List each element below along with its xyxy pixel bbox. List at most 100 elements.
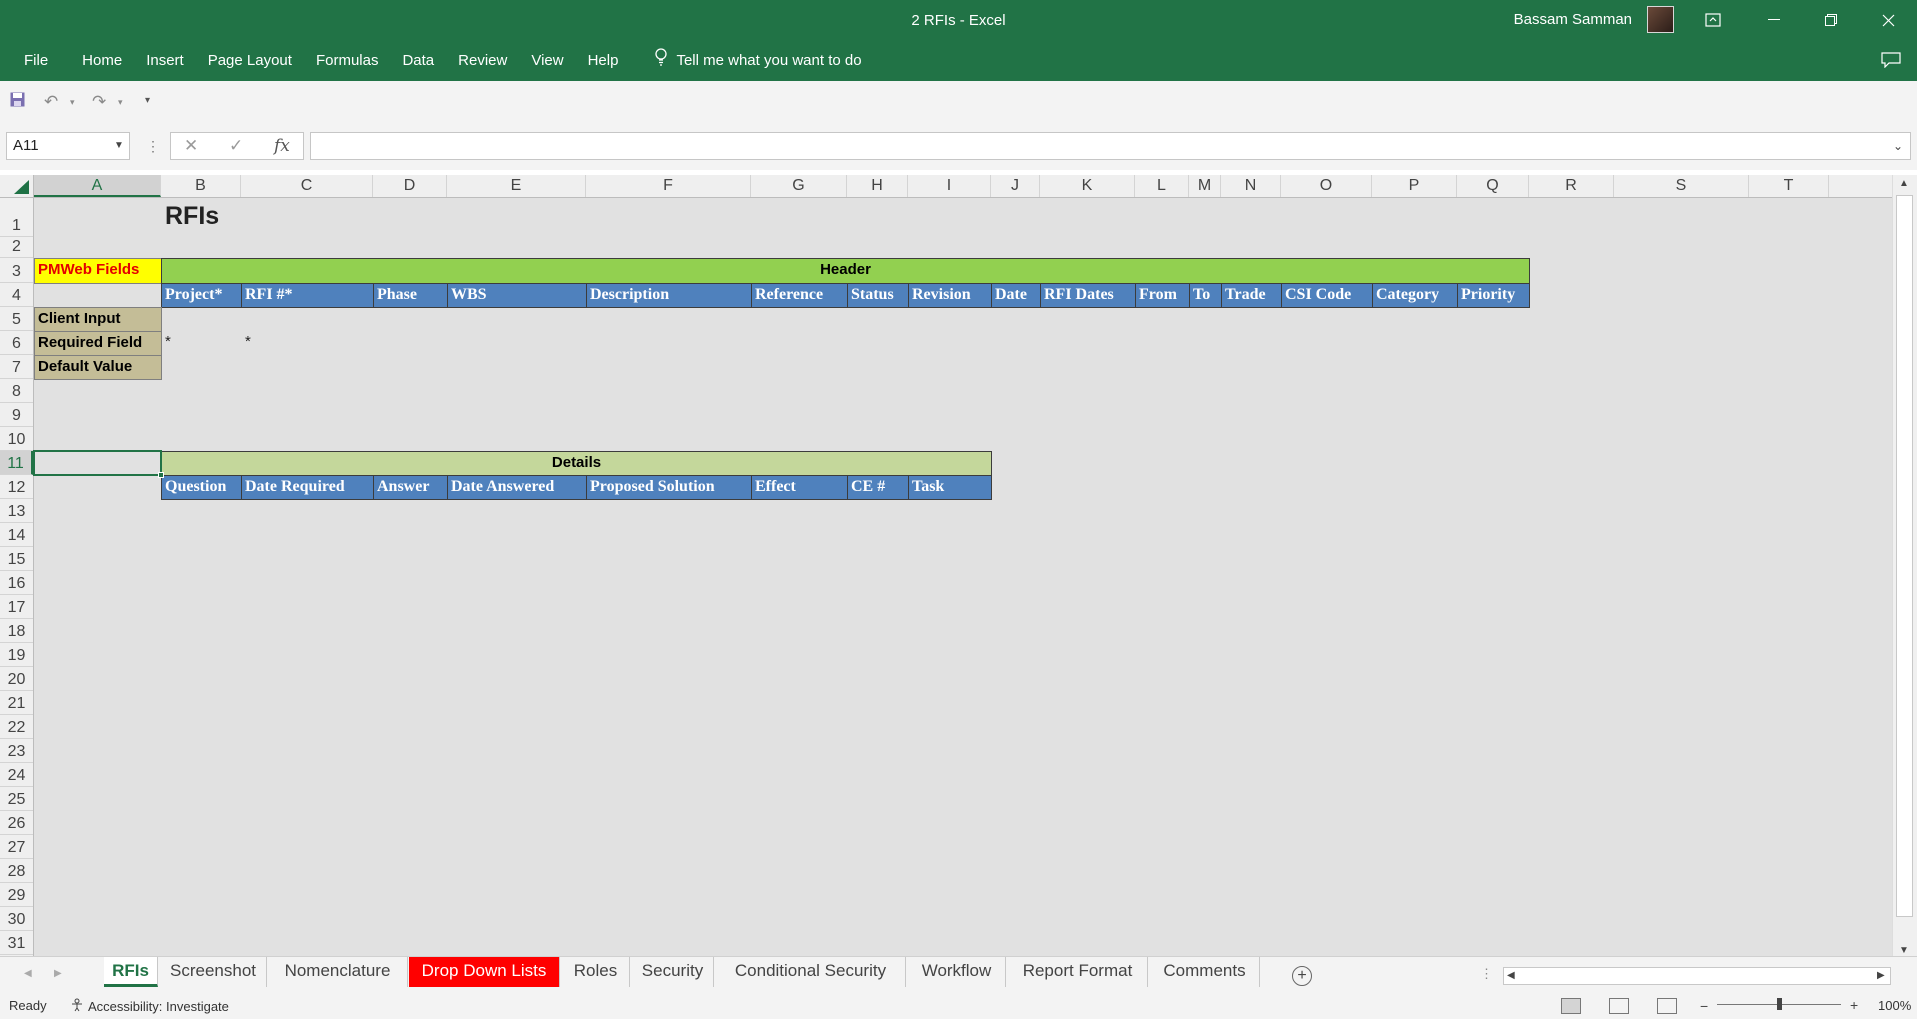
user-name[interactable]: Bassam Samman [1514, 11, 1632, 28]
comments-icon[interactable] [1881, 52, 1901, 69]
column-header-o[interactable]: O [1281, 175, 1372, 197]
ribbon-display-options-icon[interactable] [1690, 0, 1736, 40]
row-header-29[interactable]: 29 [0, 883, 33, 907]
header-column-cell[interactable]: Trade [1221, 283, 1282, 308]
scroll-up-icon[interactable]: ▲ [1899, 178, 1909, 189]
zoom-in-icon[interactable]: + [1850, 997, 1858, 1013]
sheet-tab-rfis[interactable]: RFIs [104, 957, 158, 987]
fill-handle[interactable] [158, 472, 164, 478]
pmweb-fields-label[interactable]: PMWeb Fields [34, 258, 162, 284]
tab-data[interactable]: Data [390, 48, 446, 74]
cancel-icon[interactable]: ✕ [184, 136, 198, 156]
details-column-cell[interactable]: CE # [847, 475, 909, 500]
restore-icon[interactable] [1808, 0, 1854, 40]
undo-dropdown-icon[interactable]: ▾ [70, 97, 75, 108]
column-header-d[interactable]: D [373, 175, 447, 197]
row-header-9[interactable]: 9 [0, 403, 33, 427]
zoom-slider-knob[interactable] [1777, 998, 1782, 1010]
save-icon[interactable] [10, 92, 25, 112]
header-column-cell[interactable]: Date [991, 283, 1041, 308]
redo-icon[interactable]: ↷ [92, 92, 106, 112]
column-header-l[interactable]: L [1135, 175, 1189, 197]
column-header-a[interactable]: A [34, 175, 161, 197]
column-header-f[interactable]: F [586, 175, 751, 197]
header-band[interactable]: Header [161, 258, 1530, 284]
row-header-17[interactable]: 17 [0, 595, 33, 619]
row-header-19[interactable]: 19 [0, 643, 33, 667]
row-header-1[interactable]: 1 [0, 198, 33, 237]
zoom-out-icon[interactable]: − [1700, 998, 1708, 1014]
column-header-b[interactable]: B [161, 175, 241, 197]
header-column-cell[interactable]: Revision [908, 283, 992, 308]
row-label-cell[interactable]: Client Input [34, 307, 162, 332]
scroll-tabs-right-icon[interactable]: ▶ [54, 968, 62, 979]
column-header-t[interactable]: T [1749, 175, 1829, 197]
column-header-h[interactable]: H [847, 175, 908, 197]
select-all-button[interactable] [0, 175, 34, 197]
scroll-tabs-left-icon[interactable]: ◀ [24, 968, 32, 979]
sheet-tab-drop-down-lists[interactable]: Drop Down Lists [409, 957, 560, 987]
required-mark-cell[interactable]: * [165, 333, 240, 356]
row-header-31[interactable]: 31 [0, 931, 33, 955]
sheet-tab-roles[interactable]: Roles [562, 957, 630, 987]
row-header-28[interactable]: 28 [0, 859, 33, 883]
row-header-13[interactable]: 13 [0, 499, 33, 523]
name-box[interactable]: A11 [6, 132, 130, 160]
column-header-n[interactable]: N [1221, 175, 1281, 197]
row-header-12[interactable]: 12 [0, 475, 33, 499]
header-column-cell[interactable]: Phase [373, 283, 448, 308]
row-header-18[interactable]: 18 [0, 619, 33, 643]
row-header-6[interactable]: 6 [0, 331, 33, 355]
tab-help[interactable]: Help [576, 48, 631, 74]
sheet-tab-comments[interactable]: Comments [1150, 957, 1260, 987]
row-label-cell[interactable]: Required Field [34, 331, 162, 356]
header-column-cell[interactable]: RFI Dates [1040, 283, 1136, 308]
details-column-cell[interactable]: Date Answered [447, 475, 587, 500]
zoom-level[interactable]: 100% [1878, 998, 1911, 1013]
scroll-right-icon[interactable]: ▶ [1877, 970, 1885, 981]
formula-input[interactable] [310, 132, 1911, 160]
header-column-cell[interactable]: Reference [751, 283, 848, 308]
row-header-25[interactable]: 25 [0, 787, 33, 811]
row-header-23[interactable]: 23 [0, 739, 33, 763]
undo-icon[interactable]: ↶ [44, 92, 58, 112]
tab-home[interactable]: Home [70, 48, 134, 74]
formula-bar-options-icon[interactable]: ⋮ [146, 138, 160, 155]
column-header-g[interactable]: G [751, 175, 847, 197]
row-header-22[interactable]: 22 [0, 715, 33, 739]
row-header-3[interactable]: 3 [0, 258, 33, 283]
details-column-cell[interactable]: Effect [751, 475, 848, 500]
column-header-e[interactable]: E [447, 175, 586, 197]
header-column-cell[interactable]: Category [1372, 283, 1458, 308]
enter-icon[interactable]: ✓ [229, 136, 243, 156]
page-break-preview-icon[interactable] [1657, 998, 1677, 1014]
tab-page-layout[interactable]: Page Layout [196, 48, 304, 74]
header-column-cell[interactable]: Status [847, 283, 909, 308]
close-icon[interactable] [1865, 0, 1911, 40]
row-header-30[interactable]: 30 [0, 907, 33, 931]
column-header-q[interactable]: Q [1457, 175, 1529, 197]
tab-file[interactable]: File [0, 48, 70, 74]
header-column-cell[interactable]: WBS [447, 283, 587, 308]
row-header-27[interactable]: 27 [0, 835, 33, 859]
column-header-r[interactable]: R [1529, 175, 1614, 197]
header-column-cell[interactable]: RFI #* [241, 283, 374, 308]
tab-split-handle-icon[interactable]: ⋮ [1480, 966, 1493, 982]
column-header-i[interactable]: I [908, 175, 991, 197]
minimize-icon[interactable] [1751, 0, 1797, 40]
cells-area[interactable]: RFIs PMWeb Fields Header Project* RFI #* Phas… [33, 198, 1892, 956]
row-header-15[interactable]: 15 [0, 547, 33, 571]
row-header-11[interactable]: 11 [0, 451, 33, 475]
row-header-16[interactable]: 16 [0, 571, 33, 595]
row-header-21[interactable]: 21 [0, 691, 33, 715]
sheet-tab-screenshot[interactable]: Screenshot [160, 957, 267, 987]
row-label-cell[interactable]: Default Value [34, 355, 162, 380]
header-column-cell[interactable]: Project* [161, 283, 242, 308]
row-header-14[interactable]: 14 [0, 523, 33, 547]
row-header-7[interactable]: 7 [0, 355, 33, 379]
redo-dropdown-icon[interactable]: ▾ [118, 97, 123, 108]
sheet-tab-report-format[interactable]: Report Format [1008, 957, 1148, 987]
row-header-24[interactable]: 24 [0, 763, 33, 787]
header-column-cell[interactable]: Priority [1457, 283, 1530, 308]
sheet-tab-security[interactable]: Security [632, 957, 714, 987]
